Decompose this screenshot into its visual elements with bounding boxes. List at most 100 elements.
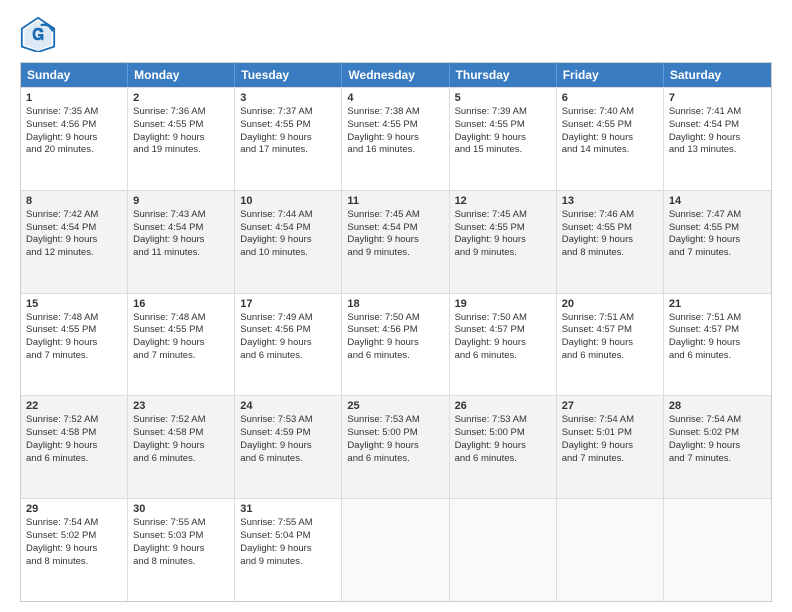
cell-line: Sunset: 4:55 PM [240, 119, 336, 132]
calendar-cell: 12Sunrise: 7:45 AMSunset: 4:55 PMDayligh… [450, 191, 557, 293]
cell-line: Sunset: 4:58 PM [133, 427, 229, 440]
day-number: 8 [26, 195, 122, 207]
day-number: 16 [133, 298, 229, 310]
cell-line: Sunrise: 7:42 AM [26, 209, 122, 222]
cell-line: Sunset: 5:00 PM [455, 427, 551, 440]
cell-line: Sunrise: 7:40 AM [562, 106, 658, 119]
cell-line: and 16 minutes. [347, 144, 443, 157]
day-number: 20 [562, 298, 658, 310]
cell-line: and 7 minutes. [669, 247, 766, 260]
day-number: 14 [669, 195, 766, 207]
cell-line: Daylight: 9 hours [26, 440, 122, 453]
cell-line: and 11 minutes. [133, 247, 229, 260]
cal-header-day: Wednesday [342, 63, 449, 87]
cell-line: Sunrise: 7:37 AM [240, 106, 336, 119]
calendar: SundayMondayTuesdayWednesdayThursdayFrid… [20, 62, 772, 602]
calendar-row: 15Sunrise: 7:48 AMSunset: 4:55 PMDayligh… [21, 293, 771, 396]
cell-line: Sunset: 5:03 PM [133, 530, 229, 543]
cell-line: Sunset: 5:01 PM [562, 427, 658, 440]
calendar-cell: 1Sunrise: 7:35 AMSunset: 4:56 PMDaylight… [21, 88, 128, 190]
cell-line: Sunrise: 7:50 AM [347, 312, 443, 325]
day-number: 25 [347, 400, 443, 412]
cell-line: Daylight: 9 hours [240, 543, 336, 556]
cell-line: Daylight: 9 hours [562, 440, 658, 453]
calendar-cell: 15Sunrise: 7:48 AMSunset: 4:55 PMDayligh… [21, 294, 128, 396]
cell-line: Daylight: 9 hours [133, 234, 229, 247]
cell-line: Sunrise: 7:39 AM [455, 106, 551, 119]
day-number: 4 [347, 92, 443, 104]
cell-line: Sunset: 4:56 PM [26, 119, 122, 132]
cell-line: Daylight: 9 hours [669, 337, 766, 350]
cell-line: and 14 minutes. [562, 144, 658, 157]
cell-line: Sunset: 4:55 PM [455, 119, 551, 132]
day-number: 12 [455, 195, 551, 207]
calendar-row: 22Sunrise: 7:52 AMSunset: 4:58 PMDayligh… [21, 395, 771, 498]
cell-line: Daylight: 9 hours [669, 132, 766, 145]
calendar-cell: 30Sunrise: 7:55 AMSunset: 5:03 PMDayligh… [128, 499, 235, 601]
cell-line: Sunset: 4:55 PM [133, 119, 229, 132]
cell-line: Sunrise: 7:48 AM [133, 312, 229, 325]
cell-line: Sunset: 4:55 PM [26, 324, 122, 337]
cell-line: Daylight: 9 hours [133, 543, 229, 556]
day-number: 24 [240, 400, 336, 412]
calendar-cell: 24Sunrise: 7:53 AMSunset: 4:59 PMDayligh… [235, 396, 342, 498]
day-number: 17 [240, 298, 336, 310]
cell-line: Daylight: 9 hours [240, 132, 336, 145]
cell-line: and 9 minutes. [240, 556, 336, 569]
day-number: 2 [133, 92, 229, 104]
cell-line: Sunset: 4:55 PM [347, 119, 443, 132]
cell-line: Sunrise: 7:45 AM [455, 209, 551, 222]
calendar-cell: 5Sunrise: 7:39 AMSunset: 4:55 PMDaylight… [450, 88, 557, 190]
day-number: 9 [133, 195, 229, 207]
cell-line: Sunrise: 7:53 AM [347, 414, 443, 427]
cell-line: and 9 minutes. [347, 247, 443, 260]
calendar-cell [342, 499, 449, 601]
cell-line: Sunset: 4:57 PM [562, 324, 658, 337]
logo-icon [20, 16, 56, 52]
cell-line: Daylight: 9 hours [455, 234, 551, 247]
day-number: 23 [133, 400, 229, 412]
calendar-cell [664, 499, 771, 601]
day-number: 10 [240, 195, 336, 207]
cell-line: Daylight: 9 hours [26, 234, 122, 247]
cell-line: and 8 minutes. [562, 247, 658, 260]
calendar-cell [557, 499, 664, 601]
cell-line: and 6 minutes. [455, 350, 551, 363]
cell-line: Daylight: 9 hours [347, 440, 443, 453]
calendar-cell: 22Sunrise: 7:52 AMSunset: 4:58 PMDayligh… [21, 396, 128, 498]
cell-line: Sunset: 4:54 PM [347, 222, 443, 235]
calendar-cell: 3 Sunrise: 7:37 AMSunset: 4:55 PMDaylight… [235, 88, 342, 190]
day-number: 3 [240, 92, 336, 104]
day-number: 13 [562, 195, 658, 207]
cell-line: Sunrise: 7:44 AM [240, 209, 336, 222]
calendar-cell: 19Sunrise: 7:50 AMSunset: 4:57 PMDayligh… [450, 294, 557, 396]
cell-line: Sunrise: 7:36 AM [133, 106, 229, 119]
cell-line: Daylight: 9 hours [133, 337, 229, 350]
day-number: 19 [455, 298, 551, 310]
calendar-cell [450, 499, 557, 601]
day-number: 27 [562, 400, 658, 412]
cell-line: and 10 minutes. [240, 247, 336, 260]
cell-line: Sunrise: 7:41 AM [669, 106, 766, 119]
calendar-row: 1Sunrise: 7:35 AMSunset: 4:56 PMDaylight… [21, 87, 771, 190]
cell-line: and 9 minutes. [455, 247, 551, 260]
cell-line: Daylight: 9 hours [240, 440, 336, 453]
cell-line: Sunrise: 7:54 AM [26, 517, 122, 530]
cell-line: Daylight: 9 hours [562, 337, 658, 350]
calendar-cell: 23Sunrise: 7:52 AMSunset: 4:58 PMDayligh… [128, 396, 235, 498]
cell-line: Sunset: 5:00 PM [347, 427, 443, 440]
cell-line: and 6 minutes. [240, 453, 336, 466]
cell-line: Daylight: 9 hours [347, 132, 443, 145]
cell-line: Sunrise: 7:50 AM [455, 312, 551, 325]
calendar-cell: 8Sunrise: 7:42 AMSunset: 4:54 PMDaylight… [21, 191, 128, 293]
cell-line: Sunrise: 7:54 AM [669, 414, 766, 427]
calendar-cell: 17Sunrise: 7:49 AMSunset: 4:56 PMDayligh… [235, 294, 342, 396]
calendar-cell: 2Sunrise: 7:36 AMSunset: 4:55 PMDaylight… [128, 88, 235, 190]
day-number: 28 [669, 400, 766, 412]
calendar-cell: 26Sunrise: 7:53 AMSunset: 5:00 PMDayligh… [450, 396, 557, 498]
cell-line: Sunrise: 7:47 AM [669, 209, 766, 222]
cell-line: Sunrise: 7:38 AM [347, 106, 443, 119]
calendar-cell: 31Sunrise: 7:55 AMSunset: 5:04 PMDayligh… [235, 499, 342, 601]
calendar-cell: 14Sunrise: 7:47 AMSunset: 4:55 PMDayligh… [664, 191, 771, 293]
day-number: 21 [669, 298, 766, 310]
